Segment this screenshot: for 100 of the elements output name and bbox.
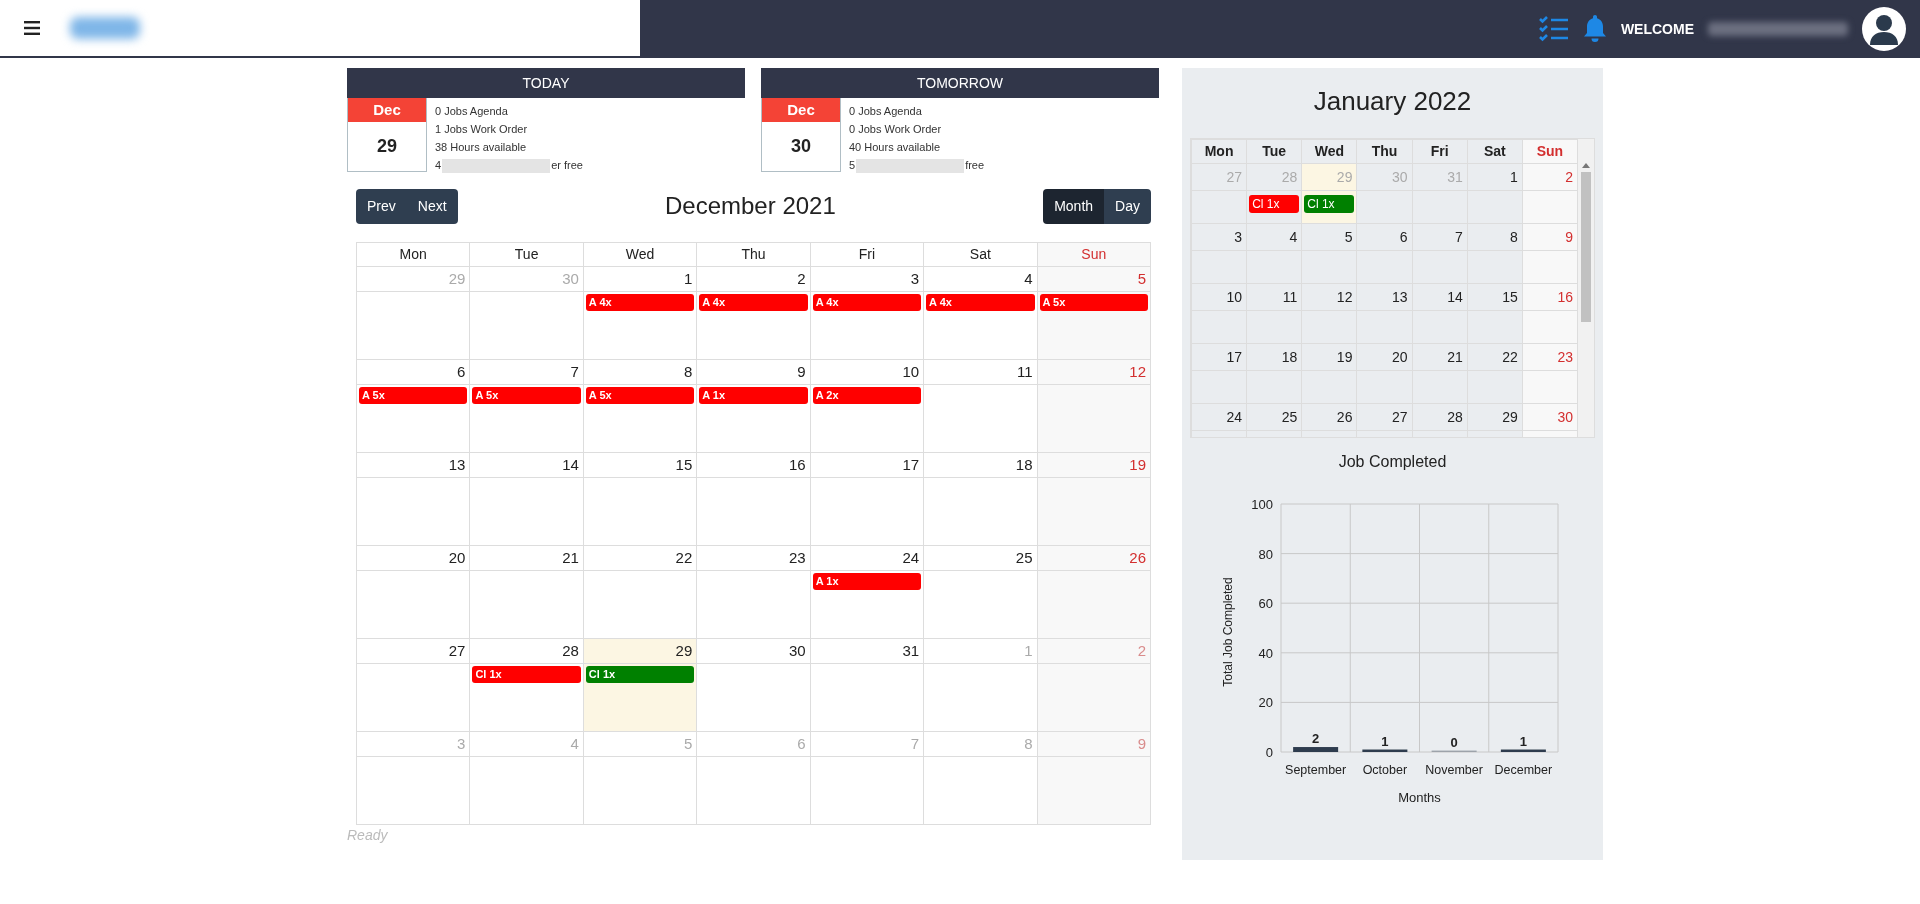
day-cell[interactable]: A 5x <box>469 384 584 453</box>
day-number[interactable]: 3 <box>810 266 924 292</box>
day-cell[interactable]: A 4x <box>923 291 1038 360</box>
day-number[interactable]: 30 <box>696 638 811 664</box>
view-tab[interactable]: Month <box>1043 188 1105 224</box>
day-cell[interactable]: Cl 1x <box>1246 190 1302 224</box>
event-tag[interactable]: A 4x <box>926 294 1035 311</box>
day-number[interactable]: 16 <box>696 452 811 478</box>
day-number[interactable]: 21 <box>1412 343 1468 371</box>
event-tag[interactable]: A 1x <box>812 573 922 590</box>
day-number[interactable]: 10 <box>810 359 924 385</box>
event-tag[interactable]: A 4x <box>585 294 695 311</box>
day-number[interactable]: 26 <box>1037 545 1151 571</box>
day-cell[interactable] <box>923 477 1038 546</box>
menu-icon[interactable] <box>24 21 40 35</box>
event-tag[interactable]: A 2x <box>812 387 922 404</box>
day-cell[interactable] <box>1467 310 1523 344</box>
day-number[interactable]: 20 <box>356 545 470 571</box>
day-cell[interactable] <box>810 663 924 732</box>
day-number[interactable]: 8 <box>1467 223 1523 251</box>
day-number[interactable]: 29 <box>583 638 697 664</box>
day-number[interactable]: 14 <box>469 452 584 478</box>
day-number[interactable]: 27 <box>1356 403 1413 431</box>
day-number[interactable]: 19 <box>1301 343 1357 371</box>
day-number[interactable]: 5 <box>1037 266 1151 292</box>
day-cell[interactable] <box>923 756 1038 825</box>
event-tag[interactable]: A 1x <box>699 387 808 404</box>
day-number[interactable]: 13 <box>1356 283 1413 311</box>
day-number[interactable]: 22 <box>583 545 697 571</box>
day-number[interactable]: 31 <box>810 638 924 664</box>
day-number[interactable]: 11 <box>923 359 1038 385</box>
day-cell[interactable] <box>469 756 584 825</box>
day-cell[interactable] <box>469 291 584 360</box>
day-number[interactable]: 27 <box>356 638 470 664</box>
day-cell[interactable]: A 4x <box>583 291 697 360</box>
day-number[interactable]: 12 <box>1037 359 1151 385</box>
day-cell[interactable] <box>1467 370 1523 404</box>
day-cell[interactable] <box>469 477 584 546</box>
day-number[interactable]: 17 <box>810 452 924 478</box>
day-cell[interactable] <box>1467 250 1523 284</box>
day-number[interactable]: 19 <box>1037 452 1151 478</box>
day-cell[interactable] <box>583 570 697 639</box>
day-number[interactable]: 4 <box>1246 223 1302 251</box>
day-cell[interactable] <box>923 570 1038 639</box>
day-cell[interactable] <box>696 663 811 732</box>
day-cell[interactable] <box>1356 190 1413 224</box>
day-number[interactable]: 14 <box>1412 283 1468 311</box>
day-number[interactable]: 9 <box>696 359 811 385</box>
day-number[interactable]: 6 <box>356 359 470 385</box>
day-number[interactable]: 1 <box>583 266 697 292</box>
day-number[interactable]: 25 <box>923 545 1038 571</box>
day-number[interactable]: 25 <box>1246 403 1302 431</box>
event-tag[interactable]: A 5x <box>359 387 468 404</box>
event-tag[interactable]: A 5x <box>472 387 581 404</box>
day-cell[interactable] <box>696 477 811 546</box>
day-cell[interactable] <box>1037 570 1151 639</box>
day-cell[interactable]: A 4x <box>810 291 924 360</box>
event-tag[interactable]: Cl 1x <box>1249 195 1300 213</box>
event-tag[interactable]: Cl 1x <box>1304 195 1355 213</box>
day-cell[interactable] <box>1522 250 1578 284</box>
day-cell[interactable] <box>1522 190 1578 224</box>
scrollbar[interactable] <box>1578 139 1594 437</box>
event-tag[interactable]: A 4x <box>699 294 808 311</box>
day-number[interactable]: 21 <box>469 545 584 571</box>
day-cell[interactable] <box>810 756 924 825</box>
day-cell[interactable]: A 5x <box>356 384 470 453</box>
day-number[interactable]: 2 <box>696 266 811 292</box>
view-tab[interactable]: Day <box>1104 188 1151 224</box>
day-number[interactable]: 15 <box>583 452 697 478</box>
day-cell[interactable] <box>696 570 811 639</box>
day-cell[interactable]: A 2x <box>810 384 924 453</box>
event-tag[interactable]: Cl 1x <box>472 666 581 683</box>
day-cell[interactable] <box>923 663 1038 732</box>
day-cell[interactable] <box>356 756 470 825</box>
day-number[interactable]: 7 <box>469 359 584 385</box>
day-number[interactable]: 10 <box>1191 283 1247 311</box>
day-number[interactable]: 22 <box>1467 343 1523 371</box>
day-cell[interactable]: Cl 1x <box>583 663 697 732</box>
day-cell[interactable] <box>469 570 584 639</box>
day-cell[interactable] <box>1037 477 1151 546</box>
day-number[interactable]: 23 <box>696 545 811 571</box>
day-cell[interactable] <box>1037 663 1151 732</box>
day-cell[interactable] <box>1467 190 1523 224</box>
day-number[interactable]: 7 <box>1412 223 1468 251</box>
day-number[interactable]: 11 <box>1246 283 1302 311</box>
day-number[interactable]: 1 <box>1467 163 1523 191</box>
day-number[interactable]: 15 <box>1467 283 1523 311</box>
day-number[interactable]: 17 <box>1191 343 1247 371</box>
day-cell[interactable] <box>356 477 470 546</box>
day-cell[interactable] <box>696 756 811 825</box>
day-cell[interactable] <box>356 291 470 360</box>
event-tag[interactable]: A 5x <box>585 387 695 404</box>
event-tag[interactable]: A 4x <box>812 294 922 311</box>
day-cell[interactable] <box>583 477 697 546</box>
day-cell[interactable] <box>356 663 470 732</box>
day-cell[interactable]: A 5x <box>1037 291 1151 360</box>
day-number[interactable]: 24 <box>1191 403 1247 431</box>
day-number[interactable]: 18 <box>1246 343 1302 371</box>
day-number[interactable]: 26 <box>1301 403 1357 431</box>
day-number[interactable]: 8 <box>583 359 697 385</box>
